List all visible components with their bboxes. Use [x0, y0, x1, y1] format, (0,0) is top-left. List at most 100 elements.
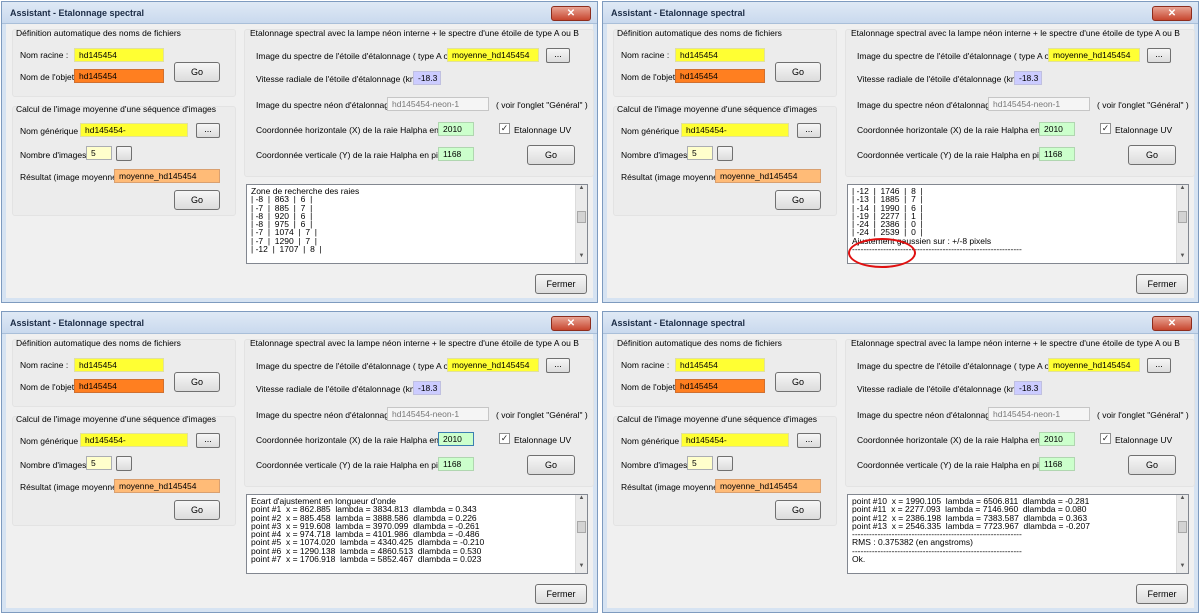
scroll-up-icon[interactable]: ▲ — [576, 185, 587, 195]
scroll-down-icon[interactable]: ▼ — [1177, 253, 1188, 263]
scroll-thumb[interactable] — [1178, 521, 1187, 533]
image-count-button[interactable] — [116, 456, 132, 471]
window-title-bar[interactable]: Assistant - Etalonnage spectral ✕ — [2, 312, 597, 334]
radial-velocity-input[interactable]: -18.3 — [413, 71, 441, 85]
uv-checkbox[interactable]: ✓ — [1100, 433, 1111, 444]
window-title-bar[interactable]: Assistant - Etalonnage spectral ✕ — [603, 2, 1198, 24]
x-coord-input[interactable]: 2010 — [438, 432, 474, 446]
image-count-button[interactable] — [116, 146, 132, 161]
log-output[interactable]: point #10 x = 1990.105 lambda = 6506.811… — [847, 494, 1189, 574]
image-count-input[interactable]: 5 — [86, 146, 112, 160]
log-scrollbar[interactable]: ▲ ▼ — [575, 185, 587, 263]
neon-image-input[interactable]: hd145454-neon-1 — [988, 407, 1090, 421]
neon-image-input[interactable]: hd145454-neon-1 — [387, 97, 489, 111]
log-output[interactable]: Ecart d'ajustement en longueur d'onde poi… — [246, 494, 588, 574]
y-coord-input[interactable]: 1168 — [438, 147, 474, 161]
star-image-input[interactable]: moyenne_hd145454 — [447, 358, 539, 372]
browse-star-button[interactable]: ... — [1147, 358, 1171, 373]
image-count-input[interactable]: 5 — [687, 146, 713, 160]
uv-checkbox[interactable]: ✓ — [499, 123, 510, 134]
star-image-input[interactable]: moyenne_hd145454 — [1048, 358, 1140, 372]
scroll-up-icon[interactable]: ▲ — [1177, 495, 1188, 505]
go-calibration-button[interactable]: Go — [527, 455, 575, 475]
go-file-names-button[interactable]: Go — [174, 372, 220, 392]
browse-star-button[interactable]: ... — [546, 358, 570, 373]
browse-generic-button[interactable]: ... — [797, 123, 821, 138]
scroll-up-icon[interactable]: ▲ — [1177, 185, 1188, 195]
scroll-thumb[interactable] — [577, 521, 586, 533]
y-coord-input[interactable]: 1168 — [1039, 457, 1075, 471]
result-input[interactable]: moyenne_hd145454 — [715, 479, 821, 493]
image-count-input[interactable]: 5 — [86, 456, 112, 470]
scroll-thumb[interactable] — [577, 211, 586, 223]
log-scrollbar[interactable]: ▲ ▼ — [1176, 185, 1188, 263]
star-image-input[interactable]: moyenne_hd145454 — [447, 48, 539, 62]
neon-image-input[interactable]: hd145454-neon-1 — [988, 97, 1090, 111]
close-icon[interactable]: ✕ — [551, 316, 591, 331]
result-input[interactable]: moyenne_hd145454 — [114, 479, 220, 493]
neon-image-input[interactable]: hd145454-neon-1 — [387, 407, 489, 421]
result-input[interactable]: moyenne_hd145454 — [715, 169, 821, 183]
browse-generic-button[interactable]: ... — [797, 433, 821, 448]
close-button[interactable]: Fermer — [1136, 584, 1188, 604]
star-image-input[interactable]: moyenne_hd145454 — [1048, 48, 1140, 62]
browse-generic-button[interactable]: ... — [196, 433, 220, 448]
scroll-down-icon[interactable]: ▼ — [576, 563, 587, 573]
image-count-button[interactable] — [717, 146, 733, 161]
browse-star-button[interactable]: ... — [1147, 48, 1171, 63]
root-name-input[interactable]: hd145454 — [74, 358, 164, 372]
close-icon[interactable]: ✕ — [1152, 6, 1192, 21]
close-icon[interactable]: ✕ — [551, 6, 591, 21]
root-name-input[interactable]: hd145454 — [675, 48, 765, 62]
image-count-button[interactable] — [717, 456, 733, 471]
radial-velocity-input[interactable]: -18.3 — [1014, 71, 1042, 85]
go-average-button[interactable]: Go — [174, 190, 220, 210]
scroll-down-icon[interactable]: ▼ — [1177, 563, 1188, 573]
close-button[interactable]: Fermer — [1136, 274, 1188, 294]
generic-name-input[interactable]: hd145454- — [80, 433, 188, 447]
browse-star-button[interactable]: ... — [546, 48, 570, 63]
go-calibration-button[interactable]: Go — [527, 145, 575, 165]
object-name-input[interactable]: hd145454 — [675, 69, 765, 83]
go-average-button[interactable]: Go — [775, 500, 821, 520]
log-scrollbar[interactable]: ▲ ▼ — [1176, 495, 1188, 573]
window-title-bar[interactable]: Assistant - Etalonnage spectral ✕ — [2, 2, 597, 24]
object-name-input[interactable]: hd145454 — [74, 69, 164, 83]
go-calibration-button[interactable]: Go — [1128, 145, 1176, 165]
x-coord-input[interactable]: 2010 — [1039, 122, 1075, 136]
generic-name-input[interactable]: hd145454- — [80, 123, 188, 137]
go-average-button[interactable]: Go — [775, 190, 821, 210]
x-coord-input[interactable]: 2010 — [438, 122, 474, 136]
root-name-input[interactable]: hd145454 — [74, 48, 164, 62]
browse-generic-button[interactable]: ... — [196, 123, 220, 138]
generic-name-input[interactable]: hd145454- — [681, 433, 789, 447]
root-name-input[interactable]: hd145454 — [675, 358, 765, 372]
uv-checkbox[interactable]: ✓ — [499, 433, 510, 444]
go-calibration-button[interactable]: Go — [1128, 455, 1176, 475]
x-coord-input[interactable]: 2010 — [1039, 432, 1075, 446]
generic-name-input[interactable]: hd145454- — [681, 123, 789, 137]
scroll-up-icon[interactable]: ▲ — [576, 495, 587, 505]
radial-velocity-input[interactable]: -18.3 — [1014, 381, 1042, 395]
close-button[interactable]: Fermer — [535, 274, 587, 294]
go-file-names-button[interactable]: Go — [775, 62, 821, 82]
go-file-names-button[interactable]: Go — [174, 62, 220, 82]
uv-checkbox[interactable]: ✓ — [1100, 123, 1111, 134]
window-title-bar[interactable]: Assistant - Etalonnage spectral ✕ — [603, 312, 1198, 334]
object-name-input[interactable]: hd145454 — [74, 379, 164, 393]
close-button[interactable]: Fermer — [535, 584, 587, 604]
scroll-thumb[interactable] — [1178, 211, 1187, 223]
log-scrollbar[interactable]: ▲ ▼ — [575, 495, 587, 573]
go-average-button[interactable]: Go — [174, 500, 220, 520]
go-file-names-button[interactable]: Go — [775, 372, 821, 392]
y-coord-input[interactable]: 1168 — [438, 457, 474, 471]
image-count-input[interactable]: 5 — [687, 456, 713, 470]
radial-velocity-input[interactable]: -18.3 — [413, 381, 441, 395]
scroll-down-icon[interactable]: ▼ — [576, 253, 587, 263]
y-coord-input[interactable]: 1168 — [1039, 147, 1075, 161]
close-icon[interactable]: ✕ — [1152, 316, 1192, 331]
log-output[interactable]: Zone de recherche des raies | -8 | 863 | … — [246, 184, 588, 264]
image-count-label: Nombre d'images : — [20, 460, 92, 470]
object-name-input[interactable]: hd145454 — [675, 379, 765, 393]
result-input[interactable]: moyenne_hd145454 — [114, 169, 220, 183]
